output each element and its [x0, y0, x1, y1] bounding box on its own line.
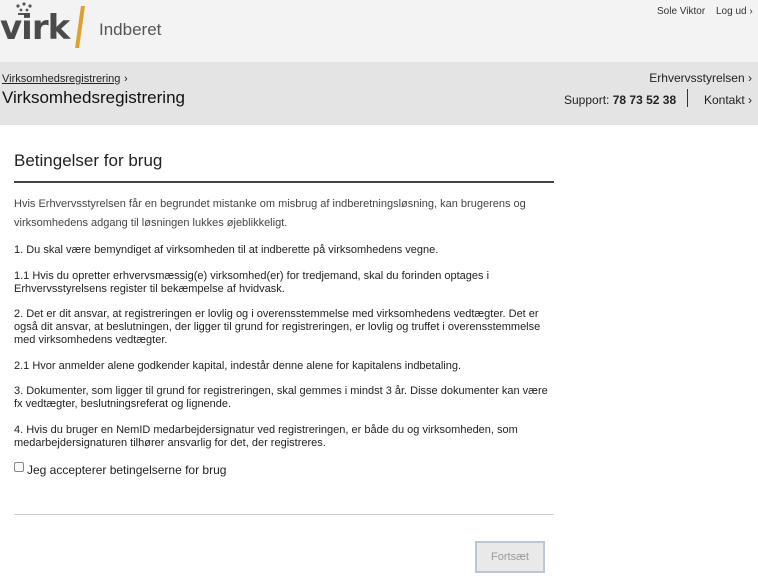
- user-name: Sole Viktor: [657, 6, 706, 17]
- terms-item: 2.1 Hvor anmelder alene godkender kapita…: [14, 360, 462, 372]
- terms-item: 1.1 Hvis du opretter erhvervsmæssig(e) v…: [14, 270, 490, 295]
- page-title: Virksomhedsregistrering: [2, 88, 185, 107]
- terms-item: 2. Det er dit ansvar, at registreringen …: [14, 308, 541, 346]
- virk-logo[interactable]: virk: [0, 2, 70, 52]
- logo-divider: [75, 6, 85, 48]
- terms-item: 1. Du skal være bemyndiget af virksomhed…: [14, 244, 439, 256]
- sub-header: Virksomhedsregistrering › Virksomhedsreg…: [0, 62, 758, 125]
- terms-item: 4. Hvis du bruger en NemID medarbejdersi…: [14, 424, 518, 449]
- breadcrumb-chevron-icon: ›: [124, 73, 128, 85]
- breadcrumb-link[interactable]: Virksomhedsregistrering: [2, 72, 120, 86]
- title-divider: [14, 181, 554, 183]
- logout-link[interactable]: Log ud ›: [716, 6, 753, 18]
- continue-button[interactable]: Fortsæt: [475, 541, 545, 573]
- support-phone: 78 73 52 38: [612, 93, 677, 107]
- top-header: virk Indberet Sole Viktor Log ud ›: [0, 0, 758, 62]
- terms-item: 3. Dokumenter, som ligger til grund for …: [14, 385, 548, 410]
- app-name: Indberet: [99, 20, 162, 39]
- header-divider: [687, 89, 688, 107]
- accept-terms-checkbox[interactable]: [14, 462, 24, 472]
- support-info: Support: 78 73 52 38: [564, 93, 676, 108]
- authority-link[interactable]: Erhvervsstyrelsen ›: [649, 71, 752, 86]
- terms-intro: Hvis Erhvervsstyrelsen får en begrundet …: [14, 198, 526, 229]
- logo-text: virk: [0, 8, 70, 48]
- accept-terms-label[interactable]: Jeg accepterer betingelserne for brug: [27, 463, 226, 477]
- section-title: Betingelser for brug: [14, 151, 163, 170]
- contact-link[interactable]: Kontakt ›: [704, 93, 752, 108]
- support-label: Support:: [564, 93, 610, 107]
- bottom-divider: [14, 514, 554, 515]
